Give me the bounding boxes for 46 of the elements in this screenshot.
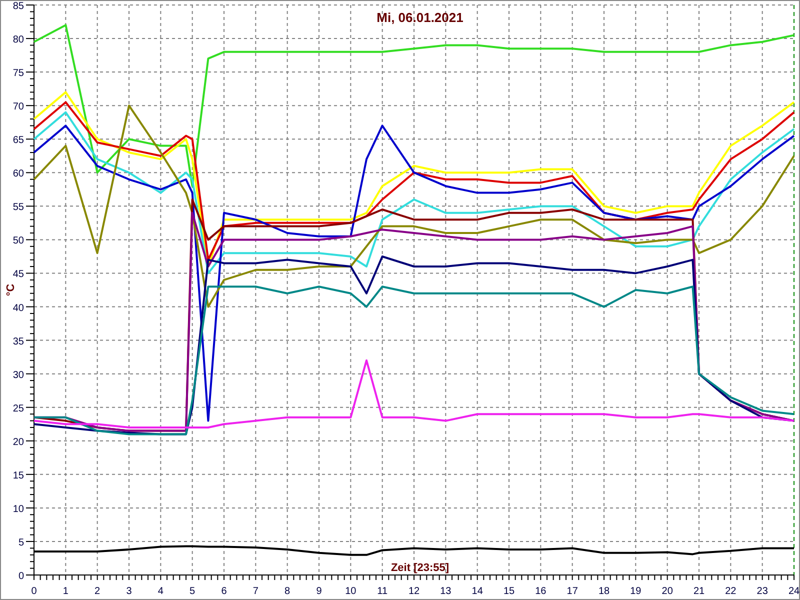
y-tick-label: 75 — [12, 68, 24, 80]
y-tick-label: 20 — [12, 436, 24, 448]
y-tick-label: 0 — [18, 571, 24, 582]
y-tick-label: 10 — [12, 504, 24, 515]
x-tick-label: 17 — [566, 586, 578, 597]
x-tick-label: 20 — [662, 586, 673, 597]
x-tick-label: 8 — [284, 586, 290, 597]
x-tick-label: 6 — [221, 586, 227, 597]
x-tick-label: 19 — [630, 586, 642, 597]
x-tick-label: 15 — [503, 586, 515, 597]
x-tick-label: 12 — [408, 586, 420, 597]
y-tick-label: 55 — [12, 202, 24, 214]
y-tick-label: 40 — [12, 302, 24, 314]
y-tick-label: 45 — [12, 269, 24, 280]
y-tick-label: 85 — [12, 1, 24, 12]
x-tick-label: 21 — [693, 586, 705, 597]
x-tick-label: 10 — [345, 586, 356, 597]
y-tick-label: 80 — [12, 34, 24, 46]
y-tick-label: 60 — [12, 168, 24, 180]
x-tick-label: 4 — [158, 586, 164, 597]
x-tick-label: 1 — [62, 586, 68, 597]
x-tick-label: 13 — [440, 586, 452, 597]
y-tick-label: 30 — [12, 370, 24, 381]
y-tick-label: 35 — [12, 336, 24, 348]
y-tick-label: 5 — [18, 537, 24, 548]
x-tick-label: 3 — [126, 586, 132, 597]
x-tick-label: 0 — [31, 586, 37, 597]
chart-title: Mi, 06.01.2021 — [376, 10, 464, 25]
y-axis-label: °C — [5, 284, 17, 296]
x-tick-label: 9 — [316, 586, 322, 597]
y-tick-label: 15 — [12, 470, 24, 482]
x-tick-label: 7 — [252, 586, 258, 597]
x-tick-label: 2 — [94, 586, 100, 597]
y-tick-label: 50 — [12, 236, 24, 247]
y-tick-label: 25 — [12, 403, 24, 414]
x-axis-label: Zeit [23:55] — [390, 562, 450, 574]
x-tick-label: 18 — [598, 586, 610, 597]
x-tick-label: 22 — [725, 586, 736, 597]
y-tick-label: 70 — [12, 102, 24, 113]
y-tick-label: 65 — [12, 135, 24, 146]
x-tick-label: 24 — [788, 586, 800, 597]
x-tick-label: 11 — [377, 586, 388, 597]
x-tick-label: 16 — [535, 586, 546, 597]
x-tick-label: 14 — [472, 586, 483, 597]
x-tick-label: 23 — [756, 586, 768, 597]
x-tick-label: 5 — [190, 586, 196, 597]
